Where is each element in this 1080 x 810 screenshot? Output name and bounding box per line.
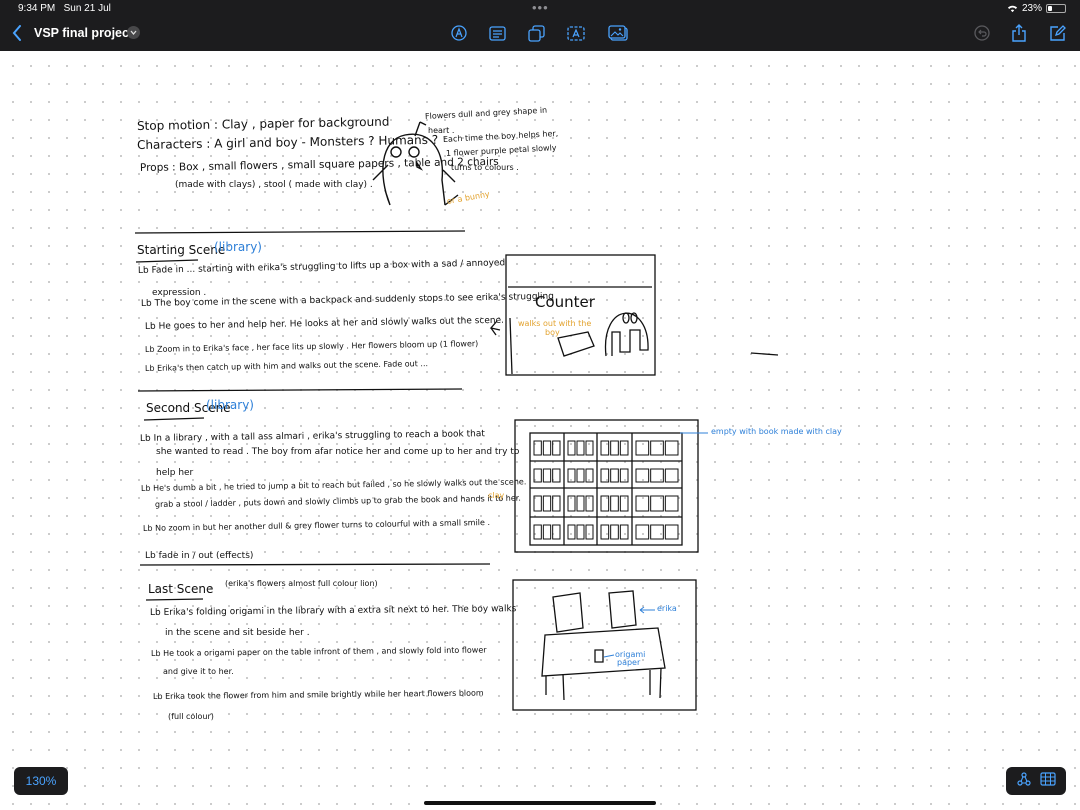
markup-tool-button[interactable] <box>448 23 470 43</box>
wifi-icon <box>1007 5 1018 13</box>
undo-icon <box>974 25 990 41</box>
table-origami-label-2: paper <box>617 658 641 667</box>
scene1-tag: (library) <box>214 240 262 254</box>
sketch-counter-label: Counter <box>535 293 595 311</box>
multitasking-dots[interactable]: ••• <box>532 0 549 15</box>
text-format-icon <box>488 25 506 41</box>
scene2-tag: (library) <box>206 398 254 412</box>
share-icon <box>1012 24 1026 42</box>
monster-note-5: turns to colours . <box>451 163 519 172</box>
undo-button[interactable] <box>971 23 993 43</box>
keyboard-grid-icon <box>1040 771 1056 786</box>
scene2-bullet-1b: she wanted to read . The boy from afar n… <box>156 447 520 457</box>
status-bar: 9:34 PM Sun 21 Jul ••• 23% <box>0 0 1080 17</box>
sketch-walks-note-2: boy <box>545 328 560 337</box>
scene1-title: Starting Scene <box>137 243 226 257</box>
scene1-bullet-1b: expression . <box>152 288 207 298</box>
bottom-tools <box>1006 767 1066 795</box>
status-right: 23% <box>1007 3 1066 14</box>
scene3-bullet-1b: in the scene and sit beside her . <box>165 628 310 638</box>
status-time: 9:34 PM Sun 21 Jul <box>18 3 111 14</box>
scene2-bullet-1c: help her <box>156 468 194 478</box>
shapes-button[interactable] <box>525 23 547 43</box>
keyboard-button[interactable] <box>1040 771 1056 791</box>
chevron-left-icon <box>12 25 21 41</box>
home-indicator[interactable] <box>424 801 656 805</box>
share-button[interactable] <box>1008 23 1030 43</box>
note-title[interactable]: VSP final project <box>34 26 133 40</box>
compose-icon <box>1049 24 1066 41</box>
scene3-title: Last Scene <box>148 582 214 596</box>
media-button[interactable] <box>607 23 629 43</box>
zoom-level-button[interactable]: 130% <box>14 767 68 795</box>
chevron-down-icon <box>130 30 137 35</box>
lasso-button[interactable] <box>1016 771 1032 792</box>
notes-toolbar: VSP final project <box>0 17 1080 51</box>
text-box-icon <box>567 25 585 41</box>
media-icon <box>608 25 628 41</box>
title-menu-button[interactable] <box>127 26 140 39</box>
scene3-tag: (erika's flowers almost full colour lion… <box>225 579 378 588</box>
bookshelf-empty-note: empty with book made with clay <box>711 427 842 436</box>
back-button[interactable] <box>6 20 28 46</box>
pen-tip-icon <box>451 25 467 41</box>
text-format-button[interactable] <box>486 23 508 43</box>
scene2-clay-note: clay <box>488 491 505 500</box>
compose-button[interactable] <box>1046 23 1068 43</box>
battery-icon <box>1046 4 1066 13</box>
sketch-walks-note-1: walks out with the <box>518 319 592 328</box>
table-erika-label: erika <box>657 604 677 613</box>
scene3-bullet-2b: and give it to her. <box>163 667 234 676</box>
header-line-4: (made with clays) , stool ( made with cl… <box>175 180 373 190</box>
scene3-bullet-3b: (full colour) <box>168 712 214 721</box>
text-box-button[interactable] <box>565 23 587 43</box>
lasso-icon <box>1017 771 1031 786</box>
shapes-icon <box>527 24 545 42</box>
battery-percent: 23% <box>1021 3 1042 14</box>
scene2-bullet-4: Lb fade in / out (effects) <box>145 551 254 561</box>
